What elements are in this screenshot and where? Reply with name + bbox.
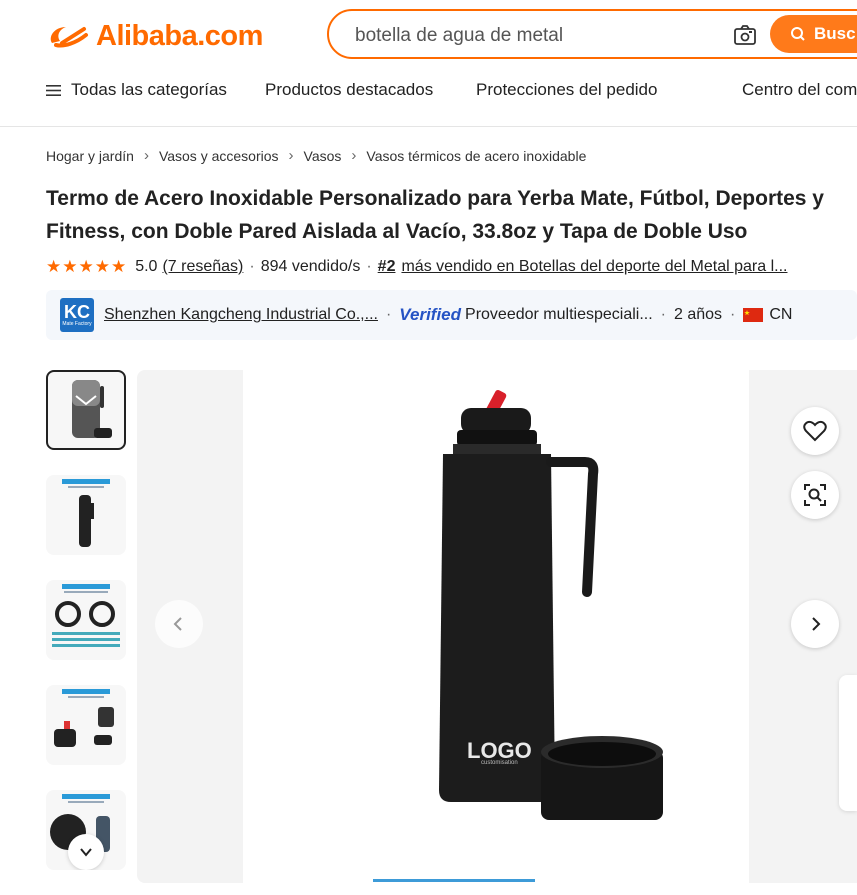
- heart-icon: [803, 420, 827, 442]
- image-search-icon: [804, 484, 826, 506]
- thumbnail-2[interactable]: [46, 475, 126, 555]
- camera-icon[interactable]: [733, 23, 757, 47]
- supplier-logo-text: KC: [64, 302, 90, 322]
- cn-flag-icon: [743, 308, 764, 322]
- supplier-logo-subtext: Mate Factory: [62, 321, 92, 327]
- supplier-years: 2 años: [674, 306, 723, 323]
- search-bar: Busc: [327, 9, 857, 59]
- breadcrumb-item[interactable]: Vasos y accesorios: [159, 148, 279, 164]
- search-button[interactable]: Busc: [770, 15, 857, 53]
- alibaba-logo-icon: [50, 27, 88, 48]
- breadcrumb-item[interactable]: Vasos: [304, 148, 342, 164]
- separator-dot: ·: [366, 258, 372, 275]
- thumbnail-image: [52, 584, 120, 647]
- nav-help-center[interactable]: Centro del com: [742, 80, 857, 100]
- search-button-label: Busc: [814, 24, 856, 43]
- supplier-country: CN: [769, 306, 793, 323]
- star-icon: ★★★★★: [46, 257, 128, 276]
- image-search-button[interactable]: [791, 471, 839, 519]
- separator-dot: ·: [730, 306, 736, 323]
- nav-all-categories[interactable]: Todas las categorías: [46, 80, 227, 100]
- thumbnail-4[interactable]: [46, 685, 126, 765]
- site-header: Alibaba.com Busc Todas las categorías: [0, 0, 857, 127]
- thumbnail-image: [62, 479, 110, 547]
- chevron-right-icon: ›: [351, 147, 357, 164]
- supplier-bar: KC Mate Factory Shenzhen Kangcheng Indus…: [46, 290, 857, 340]
- chevron-right-icon: ›: [143, 147, 149, 164]
- sold-count: 894 vendido/s: [260, 258, 361, 275]
- thumbnail-list: [46, 370, 126, 895]
- reviews-link[interactable]: (7 reseñas): [162, 258, 243, 276]
- favorite-button[interactable]: [791, 407, 839, 455]
- product-title: Termo de Acero Inoxidable Personalizado …: [46, 187, 824, 243]
- nav-all-categories-label: Todas las categorías: [71, 80, 227, 99]
- top-nav: Todas las categorías Productos destacado…: [46, 80, 857, 104]
- alibaba-logo[interactable]: Alibaba.com: [46, 16, 263, 56]
- breadcrumb-item[interactable]: Vasos térmicos de acero inoxidable: [366, 148, 586, 164]
- previous-image-button[interactable]: [155, 600, 203, 648]
- thumbnail-5[interactable]: [46, 790, 126, 870]
- supplier-type: Proveedor multiespeciali...: [465, 306, 653, 323]
- rating-row: ★★★★★ 5.0 (7 reseñas) · 894 vendido/s · …: [46, 257, 857, 277]
- nav-featured-products[interactable]: Productos destacados: [265, 80, 433, 100]
- next-image-button[interactable]: [791, 600, 839, 648]
- thumbnail-image: [72, 380, 112, 438]
- verified-icon: Verified: [399, 305, 461, 325]
- chevron-right-icon: [812, 617, 821, 631]
- thermos-image: LOGO customisation: [439, 389, 663, 820]
- search-icon: [791, 27, 805, 41]
- thumbnail-1[interactable]: [46, 370, 126, 450]
- separator-dot: ·: [660, 306, 666, 323]
- thumbnail-3[interactable]: [46, 580, 126, 660]
- main-image-canvas: LOGO customisation: [243, 370, 749, 883]
- side-panel-tab[interactable]: [839, 675, 857, 811]
- chevron-right-icon: ›: [288, 147, 294, 164]
- nav-order-protection[interactable]: Protecciones del pedido: [476, 80, 657, 100]
- supplier-name-link[interactable]: Shenzhen Kangcheng Industrial Co.,...: [104, 306, 378, 324]
- separator-dot: ·: [385, 306, 392, 323]
- chevron-left-icon: [173, 617, 182, 631]
- thumbnails-scroll-down-button[interactable]: [68, 834, 104, 870]
- thumbnail-image: [54, 689, 114, 747]
- menu-icon: [46, 84, 61, 96]
- image-progress-bar: [373, 879, 535, 882]
- supplier-logo[interactable]: KC Mate Factory: [60, 298, 94, 332]
- main-product-image[interactable]: LOGO customisation: [137, 370, 857, 883]
- chevron-down-icon: [80, 848, 92, 857]
- breadcrumb-item[interactable]: Hogar y jardín: [46, 148, 134, 164]
- search-input[interactable]: [353, 22, 717, 50]
- breadcrumb: Hogar y jardín › Vasos y accesorios › Va…: [46, 147, 586, 164]
- verified-label: Verified: [399, 305, 462, 324]
- rank-link[interactable]: más vendido en Botellas del deporte del …: [401, 258, 787, 276]
- logo-text: Alibaba.com: [96, 19, 263, 52]
- rank-number[interactable]: #2: [378, 258, 396, 276]
- separator-dot: ·: [249, 258, 255, 275]
- rating-value: 5.0: [135, 258, 158, 275]
- logo-print-subtext: customisation: [481, 760, 518, 766]
